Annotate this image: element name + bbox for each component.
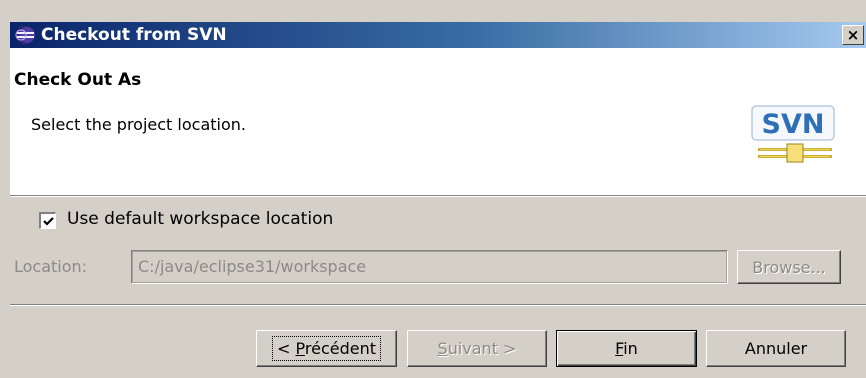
banner-divider: [10, 195, 866, 197]
previous-button-label: < Précédent: [272, 336, 381, 361]
finish-button-label: Fin: [615, 339, 638, 358]
browse-button-label: Browse...: [752, 257, 826, 277]
footer-divider: [10, 304, 866, 306]
close-button[interactable]: ×: [842, 25, 864, 45]
finish-button[interactable]: Fin: [556, 330, 697, 367]
cancel-button[interactable]: Annuler: [706, 330, 846, 367]
location-field[interactable]: C:/java/eclipse31/workspace: [131, 250, 728, 284]
next-button[interactable]: Suivant >: [407, 330, 547, 367]
checkout-dialog: Checkout from SVN × Check Out As Select …: [0, 0, 866, 378]
use-default-location-checkbox[interactable]: [39, 212, 56, 229]
browse-button[interactable]: Browse...: [737, 250, 841, 284]
page-description: Select the project location.: [31, 115, 246, 134]
svn-logo-icon: SVN: [751, 105, 835, 163]
close-icon: ×: [846, 25, 860, 44]
eclipse-icon: [15, 25, 35, 45]
svn-logo-text: SVN: [762, 109, 825, 140]
title-bar[interactable]: Checkout from SVN ×: [10, 22, 866, 48]
use-default-location-label[interactable]: Use default workspace location: [67, 209, 333, 229]
previous-button[interactable]: < Précédent: [256, 330, 397, 367]
cancel-button-label: Annuler: [744, 339, 808, 358]
window-title: Checkout from SVN: [41, 25, 227, 45]
next-button-label: Suivant >: [437, 339, 517, 358]
location-label: Location:: [14, 257, 88, 276]
page-title: Check Out As: [14, 70, 142, 90]
checkmark-icon: [43, 217, 54, 226]
wizard-banner: Check Out As Select the project location…: [10, 48, 866, 195]
